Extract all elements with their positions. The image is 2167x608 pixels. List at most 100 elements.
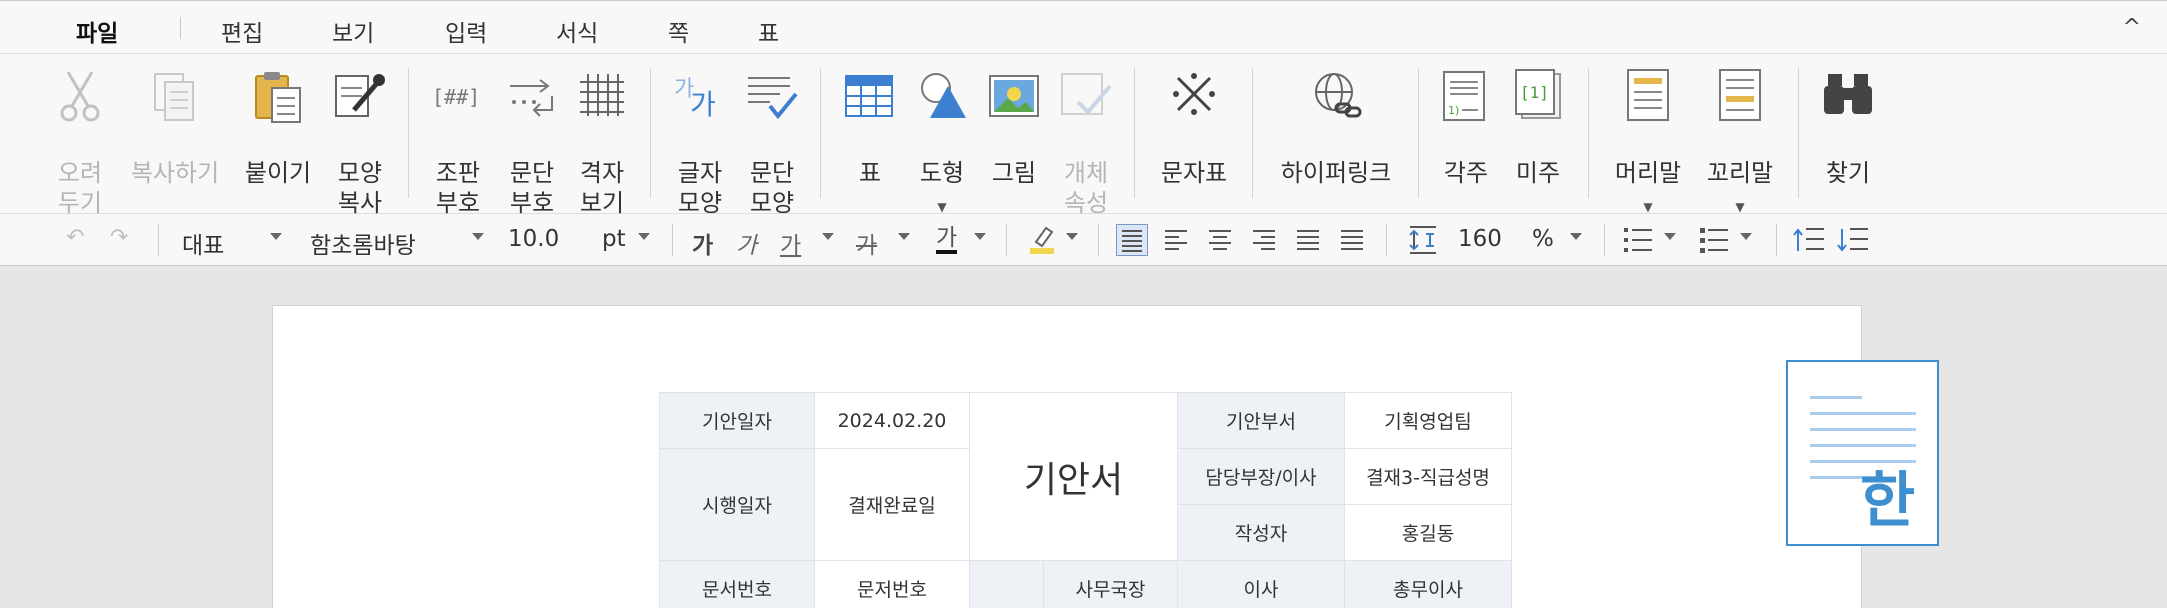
strikethrough-icon[interactable]: 가 bbox=[856, 226, 877, 260]
format-divider bbox=[1006, 224, 1007, 256]
right-align-icon[interactable] bbox=[1248, 224, 1280, 256]
bold-icon[interactable]: 가 bbox=[692, 226, 713, 260]
menu-insert[interactable]: 입력 bbox=[445, 14, 487, 48]
format-divider bbox=[1098, 224, 1099, 256]
menu-edit[interactable]: 편집 bbox=[221, 14, 263, 48]
header-label: 머리말 bbox=[1614, 159, 1682, 187]
header-dropdown-icon[interactable]: ▼ bbox=[1606, 200, 1690, 214]
clipboard-icon bbox=[255, 72, 301, 123]
paragraph-mark-icon bbox=[510, 79, 553, 117]
para-shape-icon bbox=[748, 77, 798, 120]
format-divider bbox=[158, 224, 159, 256]
menu-view[interactable]: 보기 bbox=[332, 14, 374, 48]
underline-icon[interactable]: 가 bbox=[780, 226, 801, 260]
format-brush-icon bbox=[335, 74, 385, 117]
highlight-dropdown-icon[interactable] bbox=[1066, 233, 1078, 240]
para-mark-label: 문단 부호 bbox=[509, 159, 555, 217]
font-color-dropdown-icon[interactable] bbox=[974, 233, 986, 240]
footer-label: 꼬리말 bbox=[1706, 159, 1774, 187]
ribbon-divider bbox=[408, 68, 409, 198]
insert-table-label: 표 bbox=[858, 159, 882, 187]
svg-text:[1]: [1] bbox=[1520, 83, 1549, 102]
decrease-level-icon[interactable] bbox=[1792, 225, 1826, 255]
char-shape-icon: 가 가 bbox=[674, 77, 716, 121]
divide-align-icon[interactable] bbox=[1336, 224, 1368, 256]
menu-table[interactable]: 표 bbox=[758, 14, 779, 48]
menu-divider bbox=[180, 17, 181, 39]
menu-page[interactable]: 쪽 bbox=[668, 14, 689, 48]
format-toolbar: ↶ ↷ 대표 함초롬바탕 10.0 pt 가 가 가 가 가 160 % bbox=[0, 214, 2167, 266]
draft-date-cell[interactable]: 2024.02.20 bbox=[814, 392, 970, 449]
approver-2-header: 이사 bbox=[1177, 560, 1345, 608]
copy-icon bbox=[154, 73, 194, 121]
ribbon-divider bbox=[1798, 68, 1799, 198]
left-align-icon[interactable] bbox=[1160, 224, 1192, 256]
font-size-input[interactable]: 10.0 bbox=[508, 226, 559, 252]
ribbon-divider bbox=[650, 68, 651, 198]
grid-view-label: 격자 보기 bbox=[579, 159, 625, 217]
binoculars-icon bbox=[1824, 74, 1872, 114]
control-code-label: 조판 부호 bbox=[435, 159, 481, 217]
redo-icon[interactable]: ↷ bbox=[110, 225, 128, 250]
hyperlink-label: 하이퍼링크 bbox=[1280, 159, 1392, 187]
exec-date-cell[interactable]: 결재완료일 bbox=[814, 448, 970, 561]
scissors-icon bbox=[60, 71, 100, 122]
line-spacing-unit[interactable]: % bbox=[1532, 226, 1554, 252]
endnote-icon: [1] bbox=[1515, 69, 1561, 119]
endnote-label: 미주 bbox=[1515, 159, 1561, 187]
insert-shape-label: 도형 bbox=[919, 159, 965, 187]
grid-icon bbox=[580, 74, 624, 116]
find-label: 찾기 bbox=[1825, 159, 1871, 187]
manager-cell[interactable]: 결재3-직급성명 bbox=[1344, 448, 1512, 505]
ribbon-divider bbox=[820, 68, 821, 198]
font-select[interactable]: 함초롬바탕 bbox=[310, 226, 416, 260]
format-divider bbox=[1604, 224, 1605, 256]
font-size-dropdown-icon[interactable] bbox=[638, 233, 650, 240]
shape-icon bbox=[921, 73, 966, 118]
menu-format[interactable]: 서식 bbox=[556, 14, 598, 48]
highlight-icon[interactable] bbox=[1028, 224, 1058, 256]
collapse-ribbon-icon[interactable]: ^ bbox=[2123, 15, 2141, 40]
underline-dropdown-icon[interactable] bbox=[822, 233, 834, 240]
svg-text:[##]: [##] bbox=[432, 85, 480, 109]
style-dropdown-icon[interactable] bbox=[270, 233, 282, 240]
font-dropdown-icon[interactable] bbox=[472, 233, 484, 240]
strikethrough-dropdown-icon[interactable] bbox=[898, 233, 910, 240]
document-title[interactable]: 기안서 bbox=[969, 392, 1178, 561]
format-divider bbox=[672, 224, 673, 256]
object-properties-icon bbox=[1061, 73, 1112, 115]
numbered-list-icon[interactable] bbox=[1622, 225, 1654, 255]
format-copy-label: 모양 복사 bbox=[337, 159, 383, 217]
shape-dropdown-icon[interactable]: ▼ bbox=[912, 200, 972, 214]
label-exec-date: 시행일자 bbox=[659, 448, 815, 561]
bullet-list-dropdown-icon[interactable] bbox=[1740, 233, 1752, 240]
undo-icon[interactable]: ↶ bbox=[66, 225, 84, 250]
menu-file[interactable]: 파일 bbox=[76, 14, 118, 48]
style-select[interactable]: 대표 bbox=[182, 226, 224, 260]
dept-cell[interactable]: 기획영업팀 bbox=[1344, 392, 1512, 449]
increase-level-icon[interactable] bbox=[1836, 225, 1870, 255]
line-spacing-input[interactable]: 160 bbox=[1458, 226, 1502, 252]
writer-cell[interactable]: 홍길동 bbox=[1344, 504, 1512, 561]
justify-align-icon[interactable] bbox=[1116, 224, 1148, 256]
line-spacing-icon[interactable] bbox=[1408, 224, 1438, 256]
document-page[interactable]: 기안일자 2024.02.20 기안서 기안부서 기획영업팀 시행일자 결재완료… bbox=[272, 305, 1862, 608]
ribbon-divider bbox=[1418, 68, 1419, 198]
doc-no-cell[interactable]: 문저번호 bbox=[814, 560, 970, 608]
font-color-icon[interactable]: 가 bbox=[936, 226, 958, 254]
line-spacing-dropdown-icon[interactable] bbox=[1570, 233, 1582, 240]
cut-label: 오려 두기 bbox=[57, 159, 103, 217]
italic-icon[interactable]: 가 bbox=[736, 226, 757, 260]
footer-dropdown-icon[interactable]: ▼ bbox=[1698, 200, 1782, 214]
svg-text:1): 1) bbox=[1448, 104, 1459, 117]
center-align-icon[interactable] bbox=[1204, 224, 1236, 256]
font-size-unit[interactable]: pt bbox=[602, 226, 626, 252]
numbered-list-dropdown-icon[interactable] bbox=[1664, 233, 1676, 240]
bullet-list-icon[interactable] bbox=[1698, 225, 1730, 255]
approver-3-header: 총무이사 bbox=[1344, 560, 1512, 608]
distribute-align-icon[interactable] bbox=[1292, 224, 1324, 256]
format-divider bbox=[1386, 224, 1387, 256]
image-icon bbox=[989, 75, 1039, 117]
footer-icon bbox=[1719, 69, 1761, 121]
draft-form-table: 기안일자 2024.02.20 기안서 기안부서 기획영업팀 시행일자 결재완료… bbox=[659, 392, 1512, 608]
